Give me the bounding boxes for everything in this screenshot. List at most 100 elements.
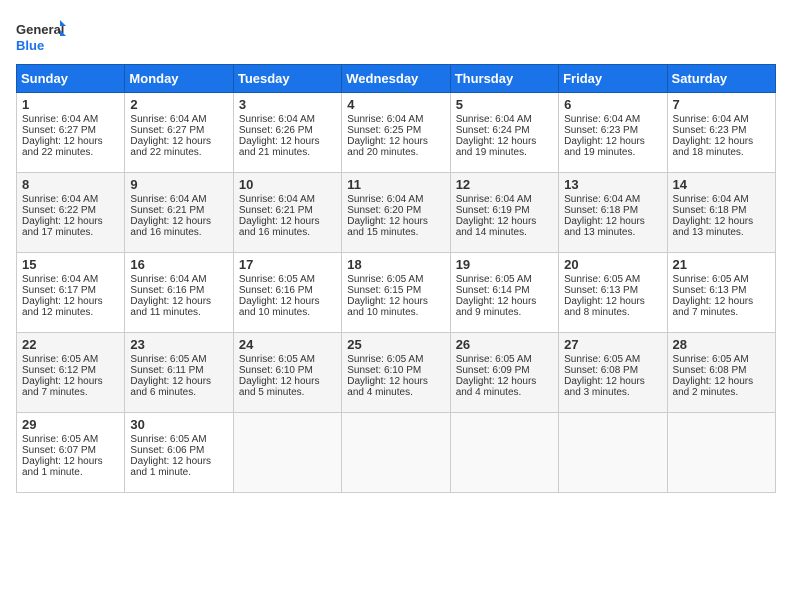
sunrise-label: Sunrise: 6:04 AM (22, 114, 98, 125)
calendar-cell: 27 Sunrise: 6:05 AM Sunset: 6:08 PM Dayl… (559, 333, 667, 413)
logo: General Blue (16, 16, 66, 56)
calendar-cell: 21 Sunrise: 6:05 AM Sunset: 6:13 PM Dayl… (667, 253, 775, 333)
sunset-label: Sunset: 6:18 PM (673, 205, 747, 216)
sunrise-label: Sunrise: 6:05 AM (456, 354, 532, 365)
logo-svg: General Blue (16, 16, 66, 56)
daylight-label: Daylight: 12 hours and 9 minutes. (456, 296, 537, 318)
calendar-cell: 1 Sunrise: 6:04 AM Sunset: 6:27 PM Dayli… (17, 93, 125, 173)
calendar-cell: 6 Sunrise: 6:04 AM Sunset: 6:23 PM Dayli… (559, 93, 667, 173)
svg-text:Blue: Blue (16, 38, 44, 53)
daylight-label: Daylight: 12 hours and 22 minutes. (22, 136, 103, 158)
sunset-label: Sunset: 6:27 PM (22, 125, 96, 136)
sunset-label: Sunset: 6:15 PM (347, 285, 421, 296)
sunset-label: Sunset: 6:08 PM (564, 365, 638, 376)
day-number: 6 (564, 97, 661, 112)
calendar-cell: 11 Sunrise: 6:04 AM Sunset: 6:20 PM Dayl… (342, 173, 450, 253)
daylight-label: Daylight: 12 hours and 2 minutes. (673, 376, 754, 398)
calendar-cell: 9 Sunrise: 6:04 AM Sunset: 6:21 PM Dayli… (125, 173, 233, 253)
sunset-label: Sunset: 6:22 PM (22, 205, 96, 216)
sunset-label: Sunset: 6:27 PM (130, 125, 204, 136)
day-number: 30 (130, 417, 227, 432)
day-number: 13 (564, 177, 661, 192)
day-number: 21 (673, 257, 770, 272)
day-number: 3 (239, 97, 336, 112)
sunset-label: Sunset: 6:12 PM (22, 365, 96, 376)
sunset-label: Sunset: 6:07 PM (22, 445, 96, 456)
daylight-label: Daylight: 12 hours and 8 minutes. (564, 296, 645, 318)
calendar-cell: 3 Sunrise: 6:04 AM Sunset: 6:26 PM Dayli… (233, 93, 341, 173)
calendar-cell: 7 Sunrise: 6:04 AM Sunset: 6:23 PM Dayli… (667, 93, 775, 173)
daylight-label: Daylight: 12 hours and 4 minutes. (456, 376, 537, 398)
calendar-row: 1 Sunrise: 6:04 AM Sunset: 6:27 PM Dayli… (17, 93, 776, 173)
calendar-cell: 14 Sunrise: 6:04 AM Sunset: 6:18 PM Dayl… (667, 173, 775, 253)
day-number: 11 (347, 177, 444, 192)
day-number: 24 (239, 337, 336, 352)
calendar-cell: 8 Sunrise: 6:04 AM Sunset: 6:22 PM Dayli… (17, 173, 125, 253)
daylight-label: Daylight: 12 hours and 4 minutes. (347, 376, 428, 398)
sunrise-label: Sunrise: 6:05 AM (22, 434, 98, 445)
sunset-label: Sunset: 6:10 PM (239, 365, 313, 376)
day-number: 23 (130, 337, 227, 352)
calendar-cell (559, 413, 667, 493)
calendar-table: SundayMondayTuesdayWednesdayThursdayFrid… (16, 64, 776, 493)
calendar-cell (342, 413, 450, 493)
calendar-cell: 30 Sunrise: 6:05 AM Sunset: 6:06 PM Dayl… (125, 413, 233, 493)
calendar-cell: 15 Sunrise: 6:04 AM Sunset: 6:17 PM Dayl… (17, 253, 125, 333)
daylight-label: Daylight: 12 hours and 12 minutes. (22, 296, 103, 318)
sunrise-label: Sunrise: 6:05 AM (564, 274, 640, 285)
page-header: General Blue (16, 16, 776, 56)
daylight-label: Daylight: 12 hours and 11 minutes. (130, 296, 211, 318)
calendar-cell: 13 Sunrise: 6:04 AM Sunset: 6:18 PM Dayl… (559, 173, 667, 253)
sunrise-label: Sunrise: 6:04 AM (673, 194, 749, 205)
day-number: 17 (239, 257, 336, 272)
day-number: 14 (673, 177, 770, 192)
calendar-cell (667, 413, 775, 493)
calendar-row: 22 Sunrise: 6:05 AM Sunset: 6:12 PM Dayl… (17, 333, 776, 413)
sunrise-label: Sunrise: 6:05 AM (239, 274, 315, 285)
sunset-label: Sunset: 6:09 PM (456, 365, 530, 376)
daylight-label: Daylight: 12 hours and 21 minutes. (239, 136, 320, 158)
calendar-cell: 4 Sunrise: 6:04 AM Sunset: 6:25 PM Dayli… (342, 93, 450, 173)
sunrise-label: Sunrise: 6:05 AM (673, 354, 749, 365)
day-number: 7 (673, 97, 770, 112)
sunset-label: Sunset: 6:13 PM (564, 285, 638, 296)
sunrise-label: Sunrise: 6:05 AM (130, 434, 206, 445)
day-number: 2 (130, 97, 227, 112)
daylight-label: Daylight: 12 hours and 19 minutes. (456, 136, 537, 158)
daylight-label: Daylight: 12 hours and 1 minute. (22, 456, 103, 478)
weekday-header: Tuesday (233, 65, 341, 93)
sunset-label: Sunset: 6:16 PM (130, 285, 204, 296)
sunset-label: Sunset: 6:23 PM (673, 125, 747, 136)
calendar-row: 29 Sunrise: 6:05 AM Sunset: 6:07 PM Dayl… (17, 413, 776, 493)
daylight-label: Daylight: 12 hours and 10 minutes. (347, 296, 428, 318)
daylight-label: Daylight: 12 hours and 15 minutes. (347, 216, 428, 238)
sunrise-label: Sunrise: 6:04 AM (239, 194, 315, 205)
daylight-label: Daylight: 12 hours and 13 minutes. (564, 216, 645, 238)
calendar-cell: 26 Sunrise: 6:05 AM Sunset: 6:09 PM Dayl… (450, 333, 558, 413)
daylight-label: Daylight: 12 hours and 7 minutes. (22, 376, 103, 398)
day-number: 4 (347, 97, 444, 112)
day-number: 28 (673, 337, 770, 352)
weekday-header: Wednesday (342, 65, 450, 93)
daylight-label: Daylight: 12 hours and 18 minutes. (673, 136, 754, 158)
sunrise-label: Sunrise: 6:04 AM (673, 114, 749, 125)
sunrise-label: Sunrise: 6:05 AM (456, 274, 532, 285)
weekday-header: Sunday (17, 65, 125, 93)
weekday-header: Friday (559, 65, 667, 93)
daylight-label: Daylight: 12 hours and 19 minutes. (564, 136, 645, 158)
day-number: 26 (456, 337, 553, 352)
sunrise-label: Sunrise: 6:04 AM (130, 194, 206, 205)
sunset-label: Sunset: 6:21 PM (130, 205, 204, 216)
weekday-header: Thursday (450, 65, 558, 93)
day-number: 10 (239, 177, 336, 192)
day-number: 29 (22, 417, 119, 432)
daylight-label: Daylight: 12 hours and 20 minutes. (347, 136, 428, 158)
calendar-cell: 25 Sunrise: 6:05 AM Sunset: 6:10 PM Dayl… (342, 333, 450, 413)
day-number: 1 (22, 97, 119, 112)
day-number: 20 (564, 257, 661, 272)
daylight-label: Daylight: 12 hours and 22 minutes. (130, 136, 211, 158)
daylight-label: Daylight: 12 hours and 5 minutes. (239, 376, 320, 398)
calendar-cell: 29 Sunrise: 6:05 AM Sunset: 6:07 PM Dayl… (17, 413, 125, 493)
sunset-label: Sunset: 6:23 PM (564, 125, 638, 136)
sunrise-label: Sunrise: 6:05 AM (239, 354, 315, 365)
